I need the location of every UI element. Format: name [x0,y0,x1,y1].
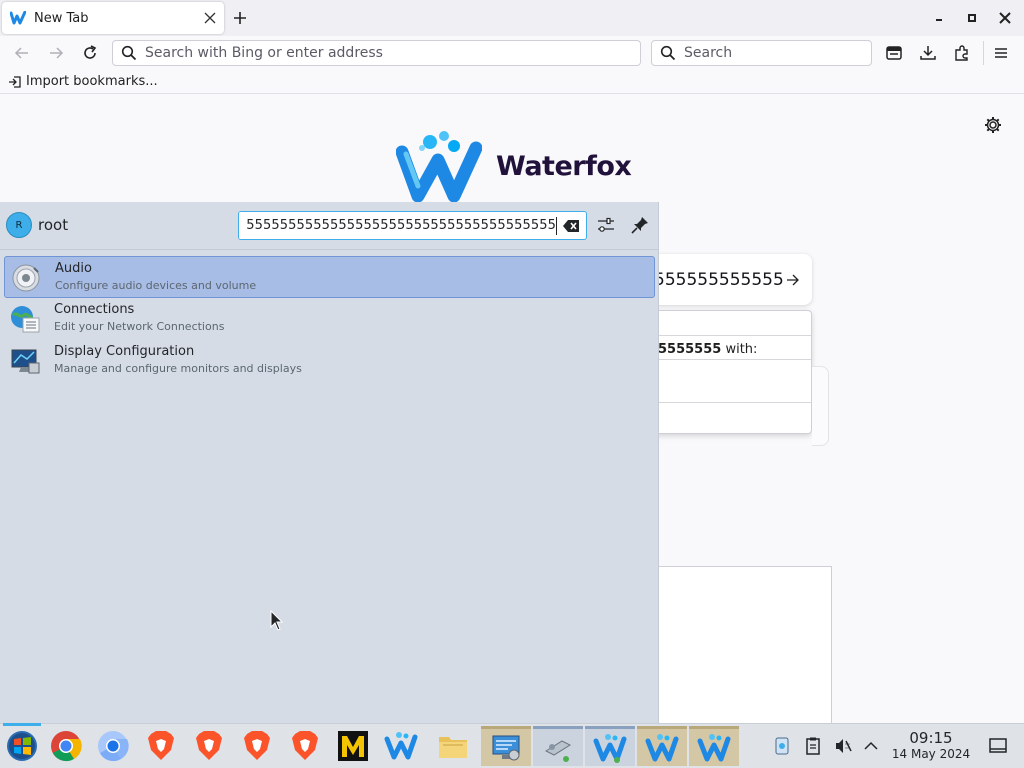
result-audio[interactable]: Audio Configure audio devices and volume [4,256,655,298]
clipboard-icon[interactable] [803,736,823,756]
import-bookmarks-link[interactable]: Import bookmarks... [26,74,158,89]
system-settings-icon[interactable] [481,726,531,766]
chevron-up-icon[interactable] [861,736,881,756]
result-name: Audio [55,261,92,276]
back-button[interactable] [11,42,33,64]
file-manager-icon[interactable] [432,726,474,766]
waterfox-wordmark: Waterfox [496,150,632,182]
search-bar-placeholder: Search [684,45,733,61]
downloads-icon[interactable] [917,42,939,64]
search-with-label: 5555555 with: [658,342,757,357]
search-bar[interactable]: Search [651,40,872,66]
forward-button[interactable] [45,42,67,64]
waterfox-icon[interactable] [380,726,422,766]
waterfox-icon[interactable] [637,726,687,766]
brave-icon[interactable] [284,726,326,766]
newtab-search-text: 555555555555 [654,269,784,290]
close-tab-icon[interactable] [204,12,216,24]
bookmarks-toolbar: Import bookmarks... [0,70,1024,94]
close-window-button[interactable] [997,10,1013,26]
waterfox-favicon-icon [10,11,26,25]
result-name: Display Configuration [54,344,195,359]
input-left-clip [239,212,245,239]
shortcut-tile[interactable] [812,366,829,446]
suggestion-divider [641,359,811,360]
address-bar[interactable]: Search with Bing or enter address [112,40,641,66]
chromium-icon[interactable] [92,726,134,766]
maximize-button[interactable] [964,10,980,26]
krunner-separator [0,249,659,250]
clear-text-icon[interactable] [562,218,580,234]
audio-settings-icon [10,262,42,294]
search-suggestions-popup: 5555555 with: [640,310,812,434]
start-menu-icon[interactable] [1,726,43,766]
volume-muted-icon[interactable] [833,736,853,756]
clock-time: 09:15 [909,729,953,747]
m-app-icon[interactable] [332,726,374,766]
new-tab-button[interactable] [230,8,250,28]
toolbar-divider [983,41,984,65]
network-status-icon[interactable] [772,736,792,756]
extensions-icon[interactable] [951,42,973,64]
gear-icon[interactable] [983,115,1003,135]
suggestion-divider [641,402,811,403]
clock[interactable]: 09:15 14 May 2024 [888,730,974,762]
text-caret [556,217,557,235]
result-connections[interactable]: Connections Edit your Network Connection… [4,298,655,340]
brave-icon[interactable] [188,726,230,766]
result-name: Connections [54,302,135,317]
search-with-query: 5555555 [658,342,722,357]
result-description: Edit your Network Connections [54,320,225,333]
waterfox-icon[interactable] [689,726,739,766]
username-label: root [38,216,69,234]
search-icon [121,45,137,61]
network-tool-icon[interactable] [533,726,583,766]
clock-date: 14 May 2024 [891,747,971,761]
krunner-query-text: 5555555555555555555555555555555555555555… [238,218,556,233]
result-description: Manage and configure monitors and displa… [54,362,302,375]
pin-icon[interactable] [630,215,650,235]
tab-new-tab[interactable]: New Tab [2,2,224,34]
brave-icon[interactable] [236,726,278,766]
avatar[interactable]: R [6,212,32,238]
waterfox-logo-icon [396,130,482,202]
suggestion-divider [641,335,811,336]
mouse-cursor-icon [270,610,284,632]
import-icon [8,75,22,89]
waterfox-logo: Waterfox [396,130,632,202]
newtab-search-box[interactable]: 555555555555 [640,254,812,305]
search-icon [660,45,676,61]
tab-title: New Tab [34,10,89,26]
krunner-search-input[interactable]: 5555555555555555555555555555555555555555… [238,211,587,240]
app-menu-icon[interactable] [990,42,1012,64]
reader-view-icon[interactable] [883,42,905,64]
result-display-configuration[interactable]: Display Configuration Manage and configu… [4,340,655,382]
address-bar-placeholder: Search with Bing or enter address [145,45,383,61]
chrome-icon[interactable] [45,726,87,766]
network-connections-icon [9,303,41,335]
configure-icon[interactable] [596,215,616,235]
brave-icon[interactable] [140,726,182,766]
minimize-button[interactable] [931,10,947,26]
waterfox-icon[interactable] [585,726,635,766]
show-desktop-icon[interactable] [988,736,1008,756]
content-panel [640,566,832,726]
reload-button[interactable] [79,42,101,64]
result-description: Configure audio devices and volume [55,279,257,292]
search-with-suffix: with: [721,342,758,357]
arrow-right-icon[interactable] [786,273,800,287]
display-configuration-icon [9,345,41,377]
